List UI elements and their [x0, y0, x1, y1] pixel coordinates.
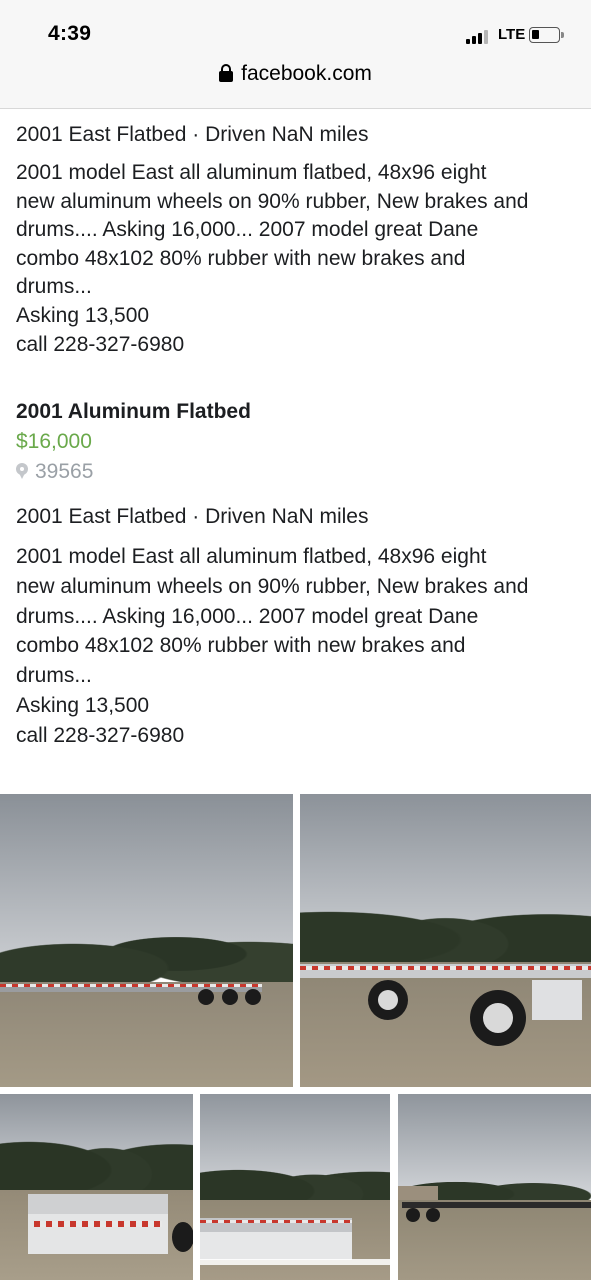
description-line: drums... — [16, 275, 92, 299]
browser-top-bar: 4:39 LTE facebook.com — [0, 0, 591, 109]
phone-line[interactable]: call 228-327-6980 — [16, 721, 582, 751]
location-pin-icon — [16, 463, 28, 479]
listing-photo-2[interactable] — [300, 794, 591, 1087]
description-line: 2001 model East all aluminum flatbed, 48… — [16, 545, 487, 568]
description-line: combo 48x102 80% rubber with new brakes … — [16, 634, 466, 658]
description-line: new aluminum wheels on 90% rubber, New b… — [16, 189, 529, 213]
url-text: facebook.com — [241, 62, 372, 85]
home-indicator[interactable] — [197, 1259, 394, 1265]
listing-photo-1[interactable] — [0, 794, 293, 1087]
description-line: drums.... Asking 16,000... 2007 model gr… — [16, 218, 479, 242]
listing-photo-3[interactable] — [0, 1094, 193, 1280]
description-line: Asking 13,500 — [16, 303, 150, 327]
listing-meta-top: 2001 East Flatbed · Driven NaN miles — [16, 123, 369, 146]
listing-meta: 2001 East Flatbed · Driven NaN miles — [16, 505, 369, 528]
network-label: LTE — [498, 26, 526, 43]
listing-description-top: 2001 model East all aluminum flatbed, 48… — [16, 159, 582, 359]
description-line: Asking 13,500 — [16, 693, 150, 717]
description-line: 2001 model East all aluminum flatbed, 48… — [16, 161, 487, 184]
listing-price: $16,000 — [16, 430, 92, 453]
description-line: drums... — [16, 664, 92, 688]
listing-description: 2001 model East all aluminum flatbed, 48… — [16, 542, 582, 751]
signal-bars-icon — [466, 30, 492, 44]
phone-line[interactable]: call 228-327-6980 — [16, 331, 582, 360]
listing-photo-4[interactable] — [200, 1094, 390, 1280]
url-bar[interactable]: facebook.com — [0, 62, 591, 86]
description-line: drums.... Asking 16,000... 2007 model gr… — [16, 604, 479, 628]
lock-icon — [219, 64, 234, 82]
location-zip: 39565 — [35, 460, 94, 483]
description-line: new aluminum wheels on 90% rubber, New b… — [16, 574, 529, 598]
battery-icon — [529, 27, 564, 43]
listing-photo-5[interactable] — [398, 1094, 591, 1280]
status-time: 4:39 — [48, 22, 92, 45]
listing-title: 2001 Aluminum Flatbed — [16, 400, 251, 423]
listing-location: 39565 — [16, 458, 582, 487]
description-line: combo 48x102 80% rubber with new brakes … — [16, 246, 466, 270]
